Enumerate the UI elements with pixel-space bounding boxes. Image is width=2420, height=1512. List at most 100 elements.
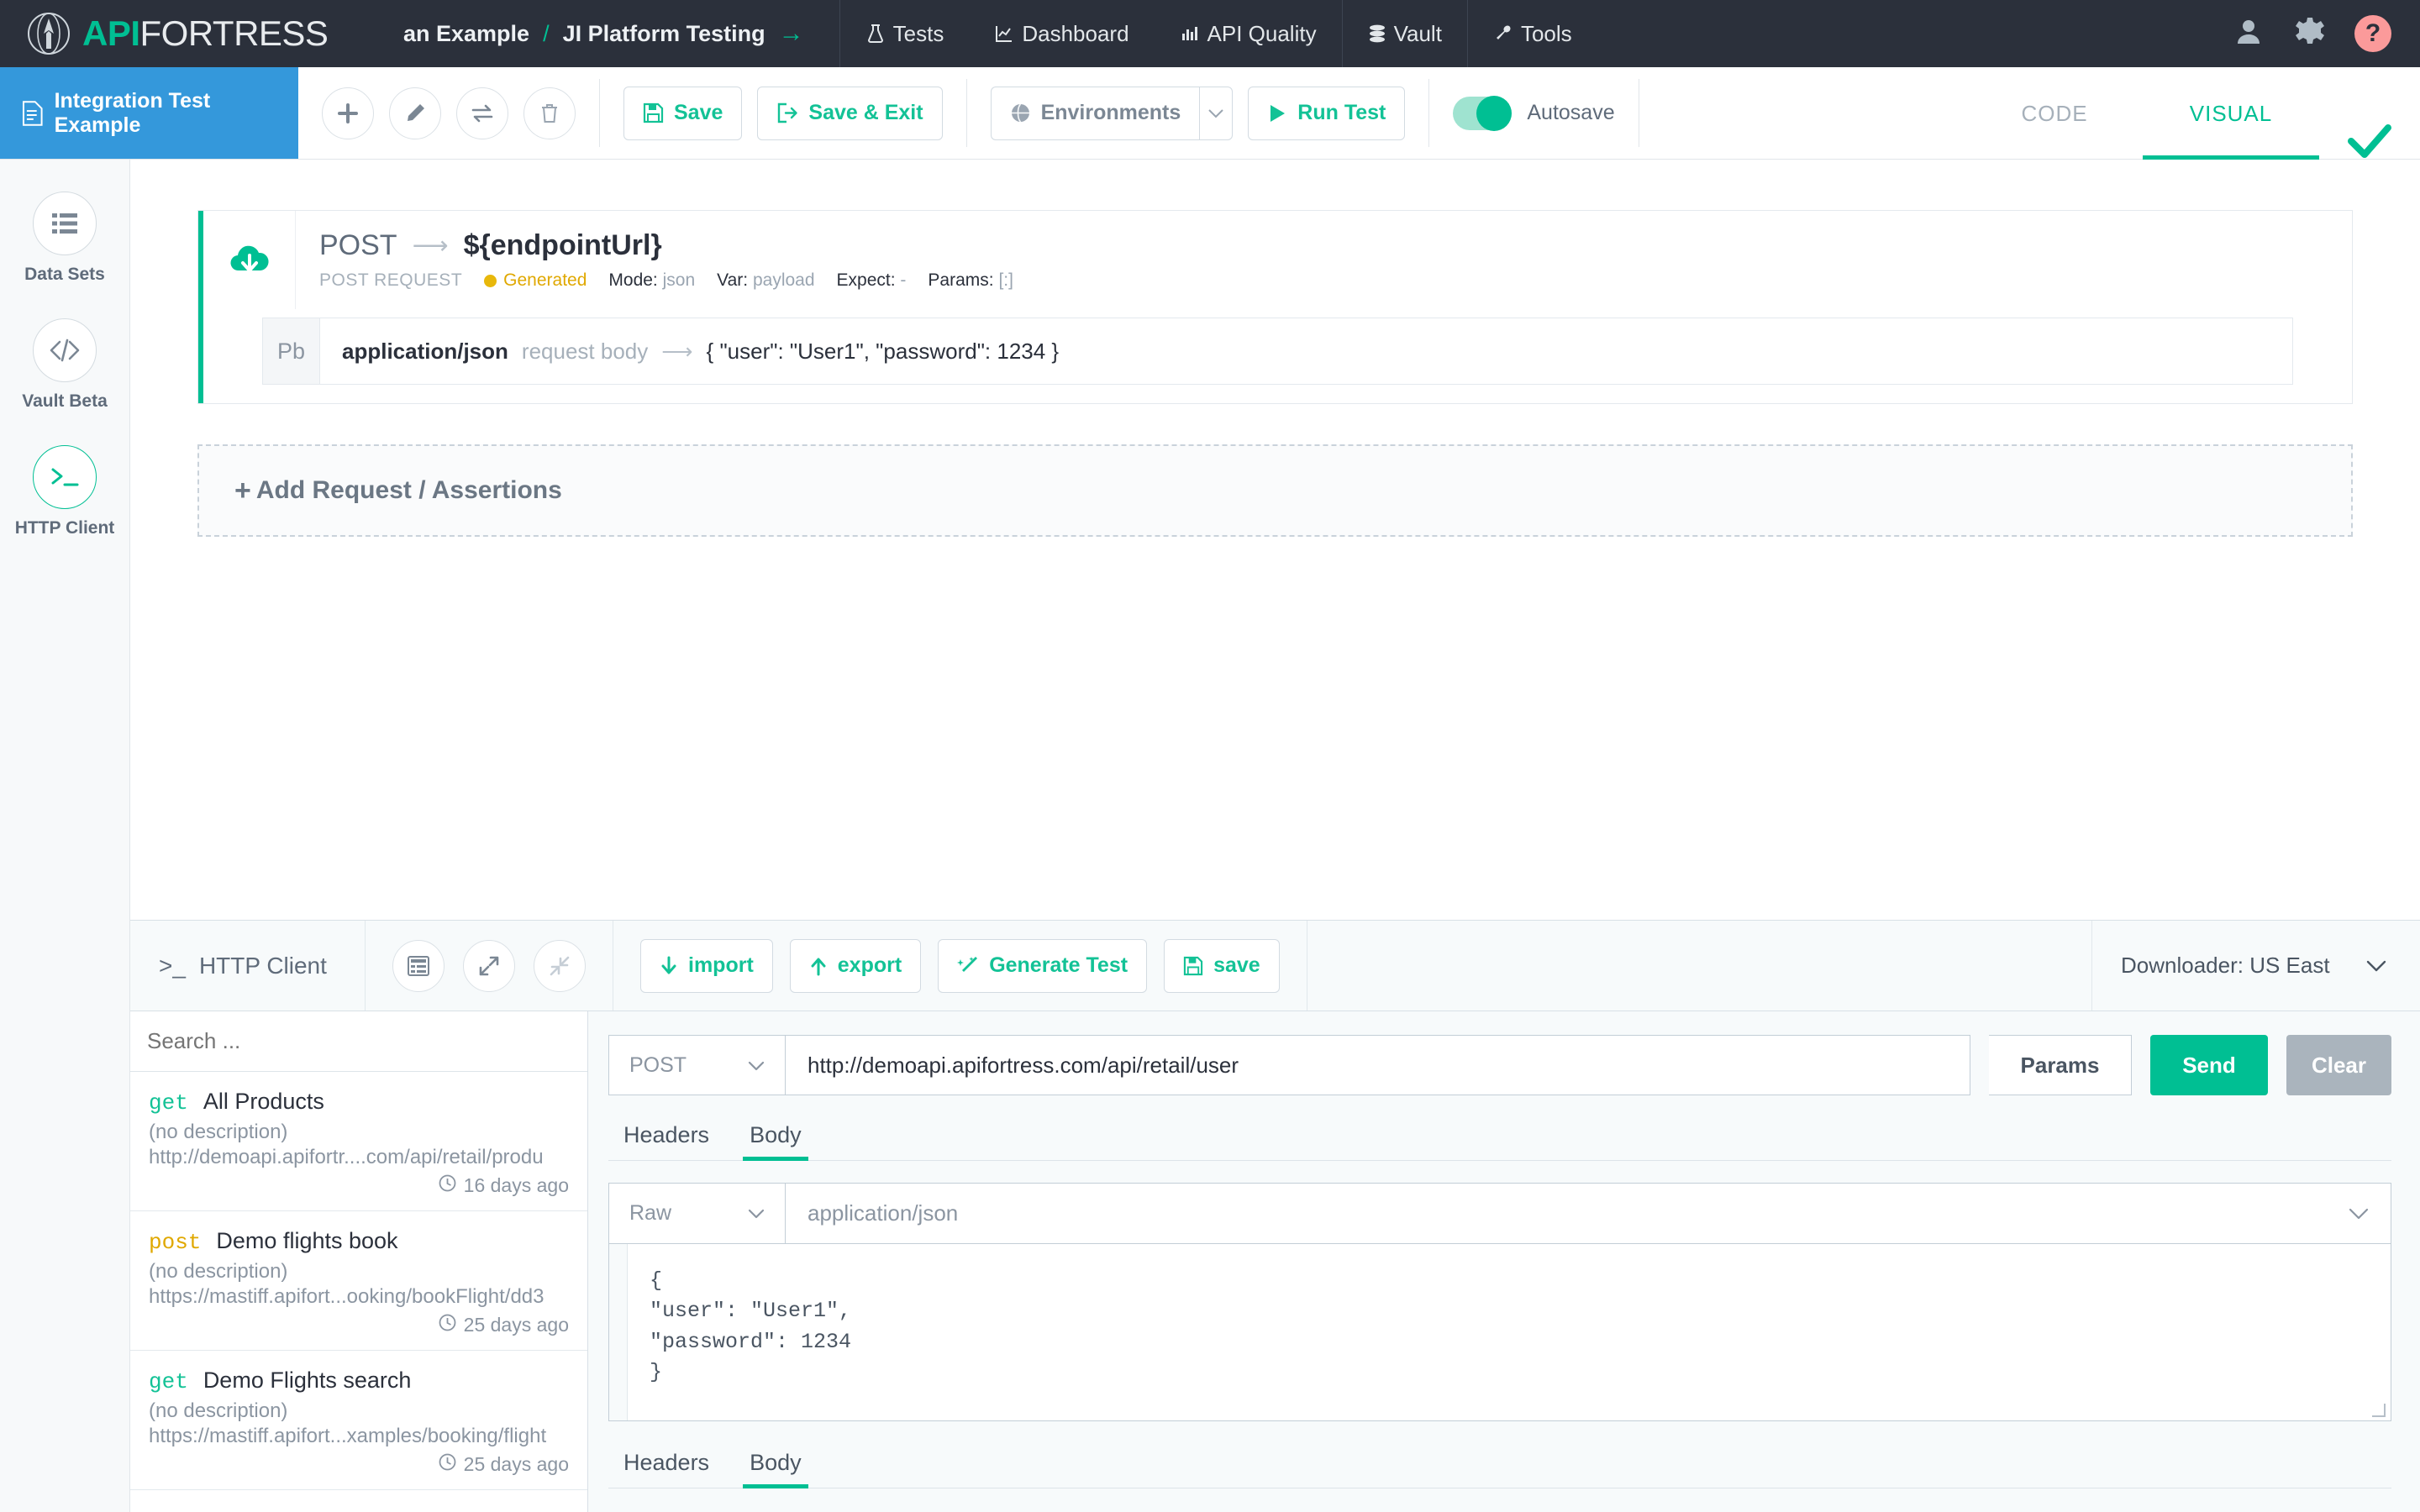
meta-key-var: Var: — [717, 270, 748, 290]
autosave-toggle-knob — [1476, 96, 1512, 131]
http-client-view-icons — [366, 921, 613, 1011]
body-editor-textarea[interactable]: { "user": "User1", "password": 1234 } — [628, 1244, 2391, 1420]
nav-item-tests[interactable]: Tests — [840, 0, 970, 67]
breadcrumb-arrow-icon[interactable]: → — [779, 19, 804, 48]
expand-icon[interactable] — [463, 940, 515, 992]
test-canvas: POST ⟶ ${endpointUrl} POST REQUEST Gener… — [130, 160, 2420, 920]
autosave-toggle[interactable] — [1453, 97, 1512, 130]
resize-grip-icon[interactable] — [2372, 1404, 2386, 1417]
nav-label-tests: Tests — [893, 0, 944, 67]
clock-icon — [439, 1174, 456, 1197]
editor-toolbar: Integration Test Example — [0, 67, 2420, 160]
brand-fortress-text: FORTRESS — [140, 13, 329, 53]
tab-request-body[interactable]: Body — [734, 1114, 817, 1160]
save-and-exit-button[interactable]: Save & Exit — [757, 87, 942, 140]
tab-visual[interactable]: VISUAL — [2143, 67, 2319, 160]
list-item-description: (no description) — [149, 1121, 569, 1144]
meta-key-params: Params: — [928, 270, 993, 290]
toolbar-icon-group — [298, 67, 599, 159]
params-button[interactable]: Params — [1989, 1035, 2132, 1095]
tab-visual-label: VISUAL — [2190, 101, 2273, 127]
save-and-exit-label: Save & Exit — [808, 101, 923, 125]
tools-icon — [1493, 24, 1513, 44]
list-item-url: https://mastiff.apifort...ooking/bookFli… — [149, 1285, 569, 1309]
breadcrumb[interactable]: an Example / JI Platform Testing → — [403, 0, 840, 67]
payload-value: { "user": "User1", "password": 1234 } — [707, 339, 1060, 365]
downloader-select[interactable]: Downloader: US East — [2092, 921, 2420, 1011]
add-request-assertions-label: Add Request / Assertions — [256, 476, 562, 505]
list-view-icon[interactable] — [392, 940, 445, 992]
nav-item-tools[interactable]: Tools — [1467, 0, 1597, 67]
meta-value-expect: - — [900, 270, 906, 290]
run-group: Environments Run Test — [967, 67, 1429, 159]
payload-text: application/json request body ⟶ { "user"… — [320, 339, 1059, 365]
rail-item-http-client[interactable]: HTTP Client — [15, 445, 115, 538]
gear-icon[interactable] — [2294, 16, 2326, 52]
list-item[interactable]: get All Products (no description) http:/… — [130, 1072, 587, 1211]
tab-response-body[interactable]: Body — [734, 1441, 817, 1488]
generate-test-button[interactable]: Generate Test — [938, 939, 1147, 993]
nav-item-vault[interactable]: Vault — [1342, 0, 1467, 67]
list-item[interactable]: post Demo flights book (no description) … — [130, 1211, 587, 1351]
search-input-wrap[interactable] — [130, 1011, 587, 1072]
tab-response-headers-label: Headers — [623, 1450, 709, 1475]
payload-body-row[interactable]: Pb application/json request body ⟶ { "us… — [262, 318, 2293, 385]
tab-request-headers[interactable]: Headers — [608, 1114, 724, 1160]
help-icon[interactable]: ? — [2354, 15, 2391, 52]
tab-response-headers[interactable]: Headers — [608, 1441, 724, 1488]
method-select[interactable]: POST — [609, 1036, 786, 1095]
generated-dot-icon — [484, 275, 497, 287]
http-client-actions: import export Generate Test — [613, 921, 1307, 1011]
brand-logo-area[interactable]: APIFORTRESS — [0, 12, 403, 55]
body-mode-select[interactable]: Raw — [609, 1184, 786, 1243]
nav-item-dashboard[interactable]: Dashboard — [969, 0, 1154, 67]
save-button[interactable]: Save — [623, 87, 742, 140]
breadcrumb-account[interactable]: an Example — [403, 21, 529, 47]
swap-icon[interactable] — [456, 87, 508, 139]
run-test-button[interactable]: Run Test — [1248, 87, 1405, 140]
list-item-description: (no description) — [149, 1260, 569, 1284]
run-test-label: Run Test — [1297, 101, 1386, 125]
clear-button[interactable]: Clear — [2286, 1035, 2391, 1095]
chevron-down-icon — [2366, 953, 2386, 979]
import-button[interactable]: import — [640, 939, 773, 993]
response-tabs: Headers Body — [608, 1441, 2391, 1488]
hc-save-button[interactable]: save — [1164, 939, 1280, 993]
tab-code[interactable]: CODE — [1966, 67, 2143, 160]
list-item[interactable]: get Demo Flights search (no description)… — [130, 1351, 587, 1490]
collapse-icon[interactable] — [534, 940, 586, 992]
add-icon[interactable] — [322, 87, 374, 139]
list-item-time-label: 25 days ago — [464, 1314, 569, 1336]
rail-item-vault-beta[interactable]: Vault Beta — [22, 318, 108, 412]
environments-button[interactable]: Environments — [991, 87, 1200, 140]
topbar-right-icons: ? — [2232, 15, 2420, 53]
valid-check-icon — [2319, 123, 2420, 160]
content-type-select[interactable]: application/json — [786, 1184, 2391, 1243]
export-button[interactable]: export — [790, 939, 921, 993]
list-item-url: https://mastiff.apifort...xamples/bookin… — [149, 1425, 569, 1448]
edit-icon[interactable] — [389, 87, 441, 139]
rail-item-data-sets[interactable]: Data Sets — [24, 192, 105, 285]
rail-label-http-client: HTTP Client — [15, 518, 115, 538]
environments-select[interactable]: Environments — [991, 87, 1234, 140]
breadcrumb-project[interactable]: JI Platform Testing — [563, 21, 765, 47]
nav-item-api-quality[interactable]: API Quality — [1155, 0, 1342, 67]
request-card[interactable]: POST ⟶ ${endpointUrl} POST REQUEST Gener… — [197, 210, 2353, 404]
add-request-assertions-button[interactable]: + Add Request / Assertions — [197, 444, 2353, 537]
nav-label-dashboard: Dashboard — [1022, 0, 1128, 67]
save-button-label: Save — [674, 101, 723, 125]
payload-descriptor: request body — [522, 339, 648, 365]
tab-response-body-label: Body — [750, 1450, 802, 1475]
user-icon[interactable] — [2232, 15, 2265, 53]
payload-badge: Pb — [263, 318, 320, 384]
meta-key-expect: Expect: — [837, 270, 896, 290]
url-input[interactable] — [808, 1053, 1970, 1079]
send-button[interactable]: Send — [2150, 1035, 2268, 1095]
url-input-wrap[interactable] — [786, 1036, 1970, 1095]
test-name-badge[interactable]: Integration Test Example — [0, 67, 298, 159]
body-editor-panel: Raw application/json — [608, 1183, 2391, 1421]
chevron-down-icon[interactable] — [1199, 87, 1233, 140]
search-input[interactable] — [147, 1028, 587, 1054]
chevron-down-icon — [748, 1201, 765, 1226]
delete-icon[interactable] — [523, 87, 576, 139]
